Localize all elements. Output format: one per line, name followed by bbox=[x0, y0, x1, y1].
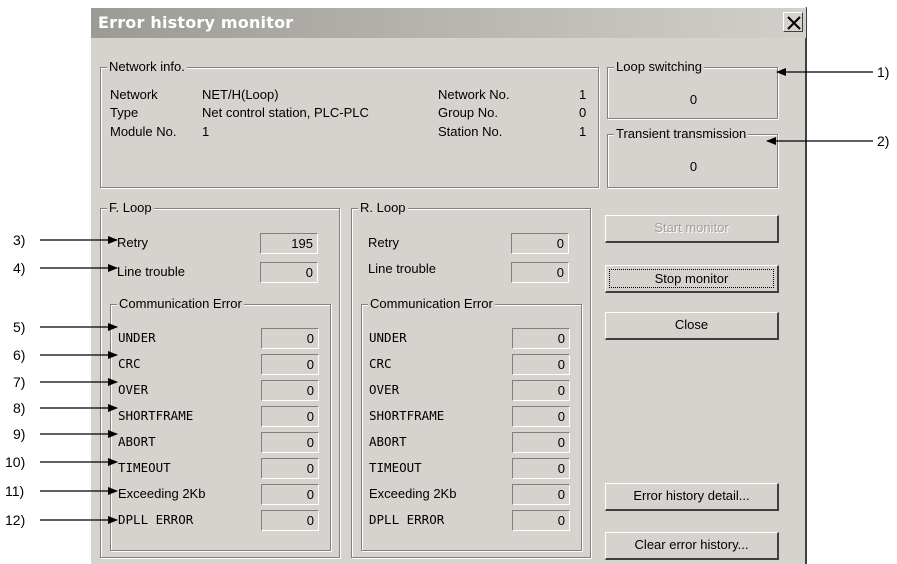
callout-label: 10) bbox=[5, 454, 26, 470]
callout-arrows bbox=[40, 68, 873, 524]
callout-label: 5) bbox=[13, 319, 26, 335]
callout-label: 12) bbox=[5, 512, 26, 528]
callout-label: 6) bbox=[13, 347, 26, 363]
callout-label: 2) bbox=[877, 133, 890, 149]
callout-label: 1) bbox=[877, 64, 890, 80]
callout-label: 8) bbox=[13, 400, 26, 416]
callout-label: 11) bbox=[5, 483, 25, 499]
callout-label: 3) bbox=[13, 232, 26, 248]
callout-label: 4) bbox=[13, 260, 26, 276]
callout-label: 9) bbox=[13, 426, 26, 442]
callout-label: 7) bbox=[13, 374, 26, 390]
